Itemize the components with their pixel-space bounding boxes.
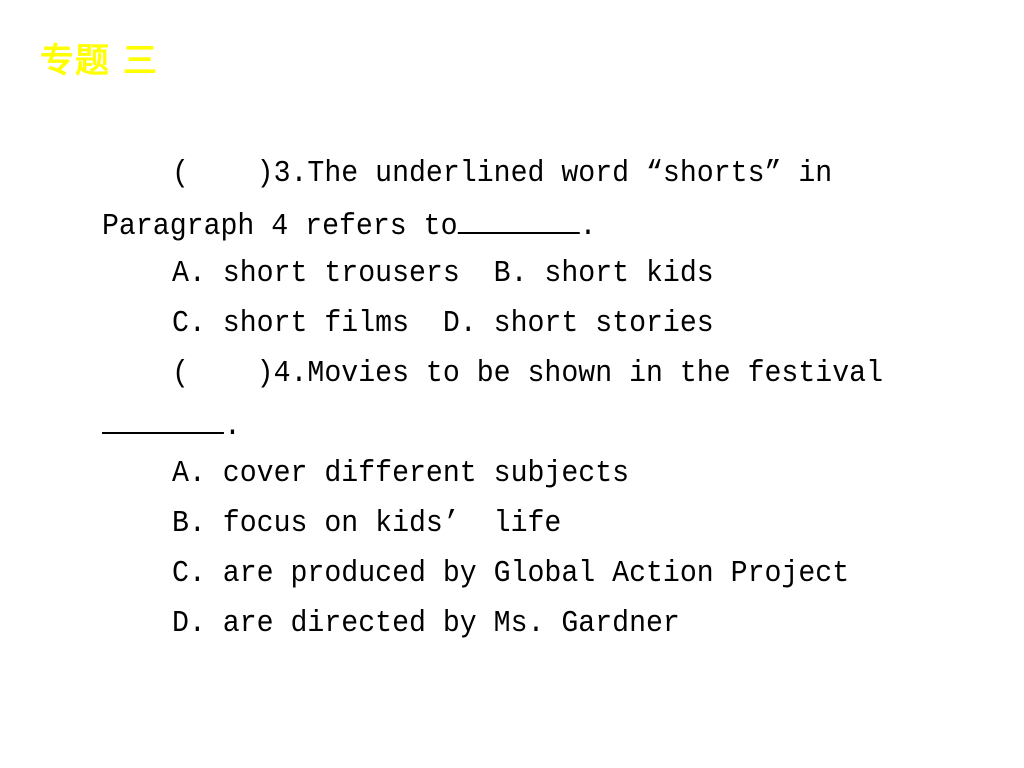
question-4-option-a: A. cover different subjects	[172, 456, 630, 491]
question-4-stem-cont: .	[102, 408, 241, 442]
question-4-stem: ( )4.Movies to be shown in the festival	[172, 356, 884, 391]
answer-blank	[457, 208, 580, 234]
stem-end: .	[579, 209, 597, 244]
slide-title: 专题 三	[40, 41, 158, 81]
question-4-option-d: D. are directed by Ms. Gardner	[172, 606, 680, 641]
question-3-options-ab: A. short trousers B. short kids	[172, 256, 714, 291]
answer-blank	[102, 408, 224, 434]
stem-text: Paragraph 4 refers to	[102, 209, 458, 244]
question-3-stem: ( )3.The underlined word “shorts” in	[172, 156, 833, 191]
question-3-stem-cont: Paragraph 4 refers to.	[102, 208, 596, 242]
question-3-options-cd: C. short films D. short stories	[172, 306, 714, 341]
question-4-option-c: C. are produced by Global Action Project	[172, 556, 850, 591]
question-4-option-b: B. focus on kids’ life	[172, 506, 562, 541]
stem-end: .	[223, 409, 241, 444]
